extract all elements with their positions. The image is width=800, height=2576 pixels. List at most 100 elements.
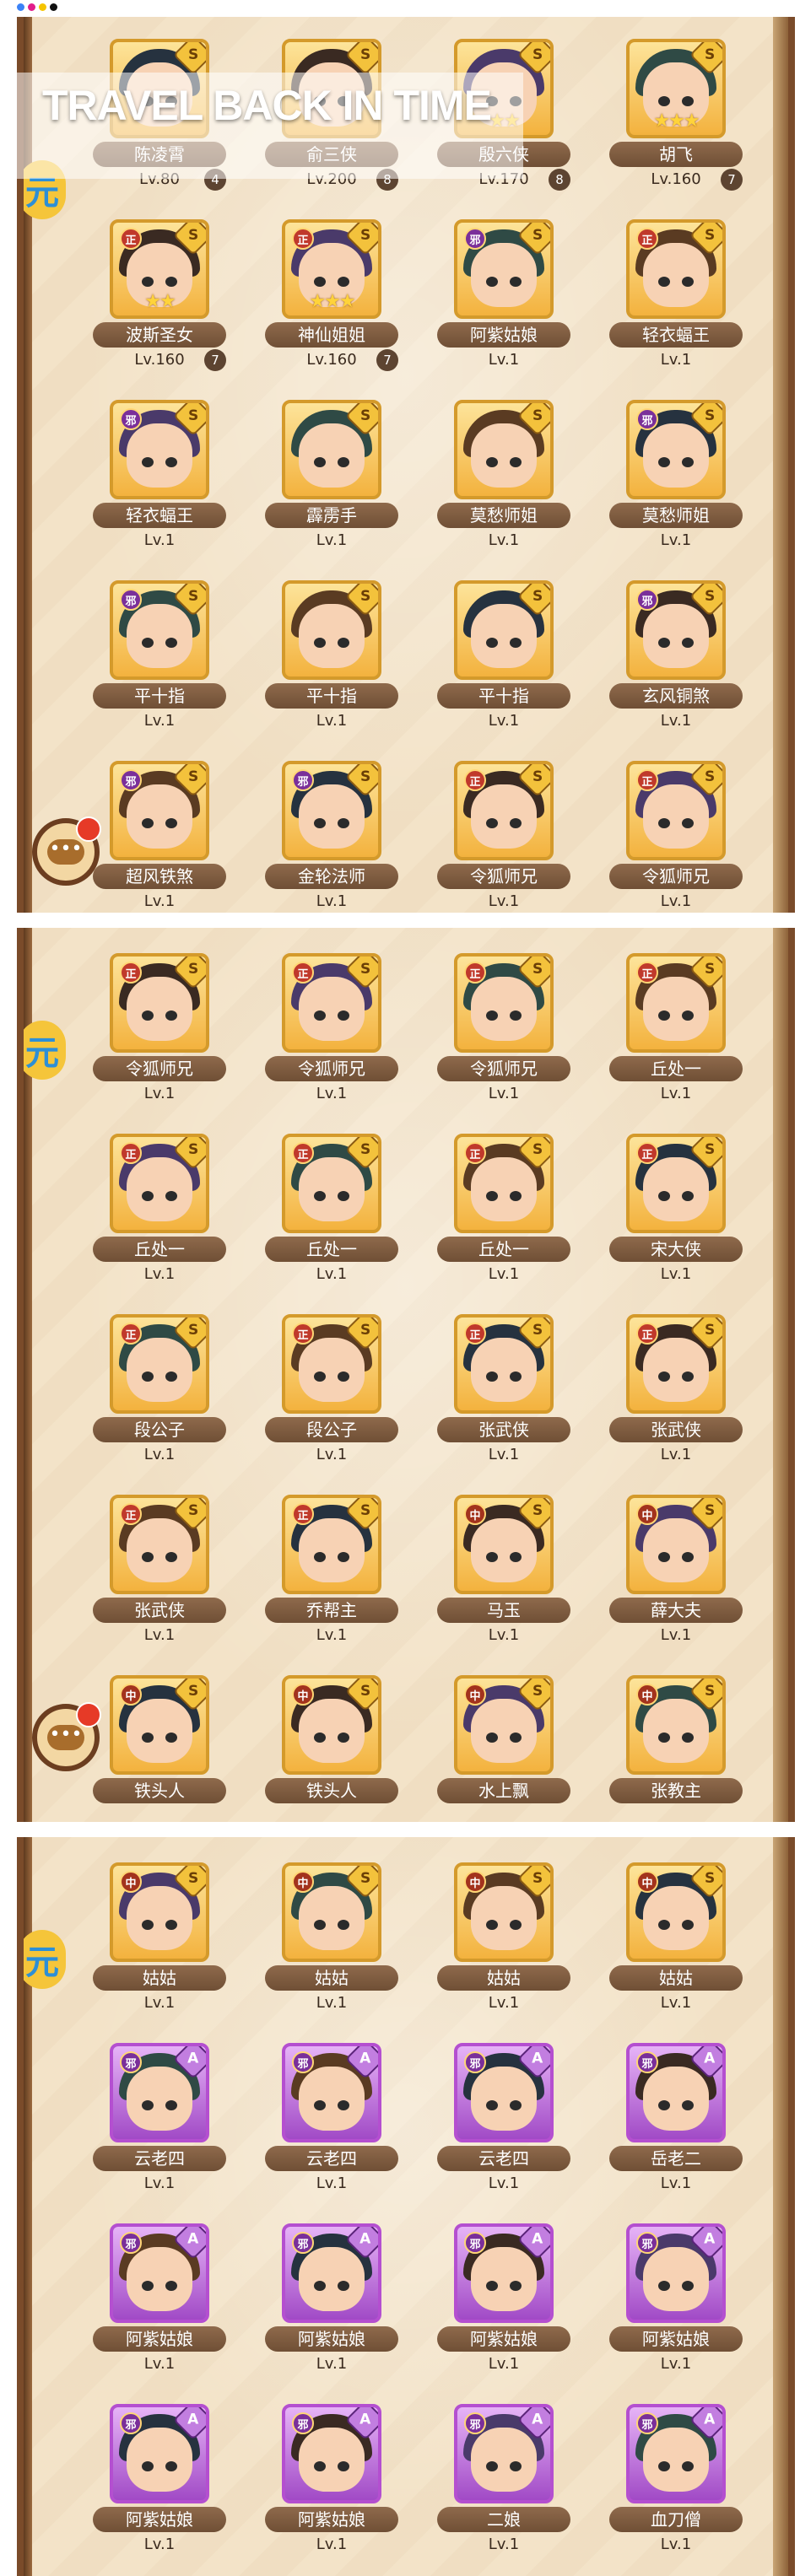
hero-level: Lv.1: [660, 351, 692, 369]
faction-badge-icon: 中: [292, 1871, 314, 1893]
hero-portrait[interactable]: 正 S ★★★: [282, 219, 381, 319]
hero-portrait[interactable]: 正S: [110, 953, 209, 1053]
hero-portrait[interactable]: 邪A: [454, 2404, 554, 2503]
hero-portrait[interactable]: 中S: [626, 1862, 726, 1962]
faction-badge-icon: 正: [120, 1323, 142, 1345]
hero-portrait[interactable]: 中S: [454, 1862, 554, 1962]
hero-eye-right: [682, 1372, 694, 1382]
hero-eye-left: [658, 1191, 670, 1201]
hero-portrait[interactable]: 邪A: [626, 2404, 726, 2503]
hero-eye-left: [314, 1191, 326, 1201]
hero-face: [127, 1885, 192, 1950]
hero-eye-right: [682, 1191, 694, 1201]
hero-eye-left: [658, 2281, 670, 2291]
hero-portrait[interactable]: S: [282, 580, 381, 680]
hero-portrait[interactable]: 正S: [626, 219, 726, 319]
chat-button[interactable]: •••: [32, 1702, 101, 1771]
hero-portrait[interactable]: 邪A: [626, 2043, 726, 2142]
rank-label: S: [532, 227, 543, 244]
hero-eye-right: [510, 1372, 522, 1382]
hero-portrait[interactable]: 中S: [282, 1675, 381, 1775]
hero-eye-left: [142, 1372, 154, 1382]
hero-portrait[interactable]: 正S: [110, 1314, 209, 1414]
hero-portrait[interactable]: 中S: [282, 1862, 381, 1962]
hero-name: 二娘: [437, 2507, 570, 2532]
hero-eye-right: [510, 2100, 522, 2110]
hero-portrait[interactable]: 正S: [626, 953, 726, 1053]
hero-portrait[interactable]: S: [454, 580, 554, 680]
hero-portrait[interactable]: 邪A: [282, 2223, 381, 2323]
hero-face: [643, 242, 709, 307]
hero-level: Lv.1: [660, 1446, 692, 1463]
hero-level: Lv.1: [143, 892, 176, 910]
hero-portrait[interactable]: 邪A: [626, 2223, 726, 2323]
hero-name: 令狐师兄: [437, 1056, 570, 1081]
faction-badge-icon: 邪: [464, 228, 486, 250]
window-dots: [17, 3, 57, 13]
hero-portrait[interactable]: 邪S: [110, 761, 209, 860]
hero-portrait[interactable]: 正S: [626, 761, 726, 860]
hero-eye-left: [314, 1920, 326, 1930]
hero-portrait[interactable]: 正S: [626, 1314, 726, 1414]
hero-level: Lv.1: [660, 712, 692, 730]
hero-name: 神仙姐姐: [265, 322, 398, 348]
hero-eye-right: [682, 2281, 694, 2291]
hero-level: Lv.1: [316, 1994, 348, 2012]
hero-portrait[interactable]: S ★★★: [626, 39, 726, 138]
hero-face: [643, 1885, 709, 1950]
hero-portrait[interactable]: 中S: [454, 1495, 554, 1594]
hero-eye-left: [314, 1552, 326, 1562]
chat-button[interactable]: •••: [32, 816, 101, 886]
hero-name: 岳老二: [609, 2146, 743, 2171]
hero-portrait[interactable]: 邪S: [626, 580, 726, 680]
hero-name: 阿紫姑娘: [437, 322, 570, 348]
hero-portrait[interactable]: 正S: [626, 1134, 726, 1233]
hero-portrait[interactable]: 正S: [282, 1314, 381, 1414]
hero-portrait[interactable]: 正S: [282, 1495, 381, 1594]
rank-label: S: [704, 1322, 716, 1339]
hero-eye-right: [510, 638, 522, 648]
hero-portrait[interactable]: 中S: [454, 1675, 554, 1775]
rank-label: S: [359, 588, 371, 605]
hero-portrait[interactable]: 邪S: [454, 219, 554, 319]
hero-portrait[interactable]: 邪A: [110, 2043, 209, 2142]
hero-portrait[interactable]: 正S: [282, 953, 381, 1053]
hero-portrait[interactable]: 邪A: [454, 2223, 554, 2323]
hero-name: 丘处一: [93, 1237, 226, 1262]
hero-portrait[interactable]: 正S: [110, 1134, 209, 1233]
hero-portrait[interactable]: 正S: [454, 761, 554, 860]
hero-portrait[interactable]: 正S: [454, 953, 554, 1053]
hero-portrait[interactable]: 正 S ★★: [110, 219, 209, 319]
hero-portrait[interactable]: 邪S: [282, 761, 381, 860]
hero-eye-left: [658, 96, 670, 106]
hero-portrait[interactable]: 邪A: [282, 2404, 381, 2503]
hero-portrait[interactable]: 中S: [626, 1675, 726, 1775]
hero-name: 阿紫姑娘: [265, 2326, 398, 2352]
hero-level: Lv.1: [316, 2175, 348, 2192]
hero-level: Lv.1: [488, 1265, 520, 1283]
hero-face: [643, 1517, 709, 1582]
hero-eye-right: [338, 457, 349, 467]
hero-eye-right: [165, 2100, 177, 2110]
hero-portrait[interactable]: S: [282, 400, 381, 499]
hero-portrait[interactable]: S: [454, 400, 554, 499]
hero-portrait[interactable]: 中S: [626, 1495, 726, 1594]
hero-portrait[interactable]: 邪S: [110, 580, 209, 680]
rank-label: S: [704, 1502, 716, 1519]
hero-portrait[interactable]: 邪S: [626, 400, 726, 499]
hero-portrait[interactable]: 邪A: [454, 2043, 554, 2142]
hero-portrait[interactable]: 邪A: [110, 2404, 209, 2503]
hero-portrait[interactable]: 中S: [110, 1862, 209, 1962]
hero-portrait[interactable]: 邪A: [110, 2223, 209, 2323]
hero-eye-right: [165, 818, 177, 828]
rank-label: S: [532, 46, 543, 63]
faction-badge-icon: 邪: [120, 2051, 142, 2073]
hero-portrait[interactable]: 正S: [454, 1134, 554, 1233]
faction-badge-icon: 正: [120, 228, 142, 250]
hero-portrait[interactable]: 正S: [282, 1134, 381, 1233]
hero-portrait[interactable]: 正S: [110, 1495, 209, 1594]
hero-portrait[interactable]: 中S: [110, 1675, 209, 1775]
hero-portrait[interactable]: 邪A: [282, 2043, 381, 2142]
hero-portrait[interactable]: 正S: [454, 1314, 554, 1414]
hero-portrait[interactable]: 邪S: [110, 400, 209, 499]
